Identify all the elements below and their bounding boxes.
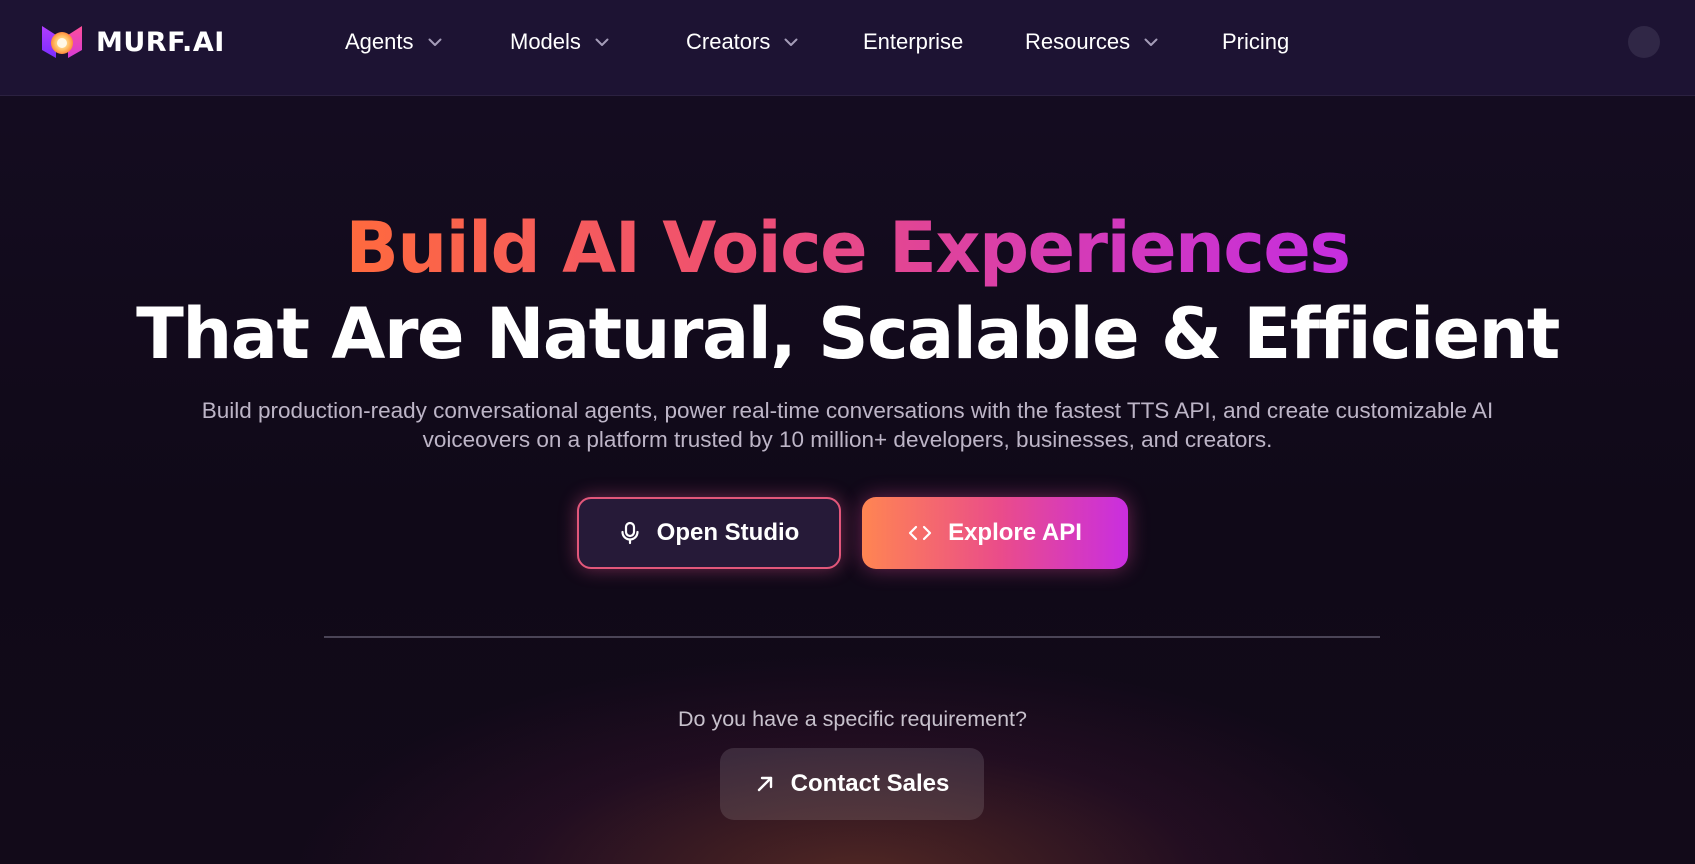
hero-subtitle: Build production-ready conversational ag…: [160, 396, 1535, 454]
hero-subtitle-line1: Build production-ready conversational ag…: [201, 398, 1494, 423]
chevron-down-icon: [1144, 38, 1158, 46]
microphone-icon: [621, 521, 639, 545]
nav-item-enterprise[interactable]: Enterprise: [863, 28, 963, 56]
open-studio-label: Open Studio: [656, 519, 800, 546]
arrow-up-right-icon: [757, 776, 772, 792]
brand-name: MURF.AI: [96, 26, 225, 58]
nav-item-pricing[interactable]: Pricing: [1222, 28, 1289, 56]
nav-item-resources[interactable]: Resources: [1025, 28, 1158, 56]
nav-item-creators[interactable]: Creators: [686, 28, 798, 56]
page: MURF.AI Agents Models Creators Enterpris…: [0, 0, 1695, 864]
requirement-question: Do you have a specific requirement?: [678, 707, 1027, 731]
hero-title-line1: Build AI Voice Experiences: [345, 207, 1351, 289]
hero-title-line2: That Are Natural, Scalable & Efficient: [136, 293, 1560, 375]
nav-label-enterprise: Enterprise: [863, 29, 964, 54]
code-brackets-icon: [908, 525, 932, 541]
nav-label-pricing: Pricing: [1222, 29, 1290, 54]
nav-label-creators: Creators: [686, 29, 771, 54]
chevron-down-icon: [595, 38, 609, 46]
explore-api-button[interactable]: Explore API: [862, 497, 1128, 569]
nav-item-models[interactable]: Models: [510, 28, 609, 56]
contact-sales-label: Contact Sales: [790, 770, 950, 797]
nav-item-agents[interactable]: Agents: [345, 28, 442, 56]
top-navbar: MURF.AI Agents Models Creators Enterpris…: [0, 0, 1695, 96]
contact-sales-button[interactable]: Contact Sales: [720, 748, 984, 820]
hero-title-gradient: Build AI Voice Experiences: [0, 206, 1695, 290]
hero-subtitle-line2: voiceovers on a platform trusted by 10 m…: [422, 427, 1273, 452]
brand-logo[interactable]: MURF.AI: [40, 22, 225, 62]
chevron-down-icon: [428, 38, 441, 46]
nav-label-resources: Resources: [1025, 29, 1131, 54]
avatar[interactable]: [1628, 26, 1660, 58]
murf-logo-icon: [42, 26, 82, 58]
nav-label-agents: Agents: [345, 29, 414, 54]
open-studio-button[interactable]: Open Studio: [577, 497, 841, 569]
explore-api-label: Explore API: [948, 519, 1082, 546]
section-divider: [324, 636, 1380, 638]
chevron-down-icon: [784, 38, 798, 46]
nav-label-models: Models: [510, 29, 581, 54]
